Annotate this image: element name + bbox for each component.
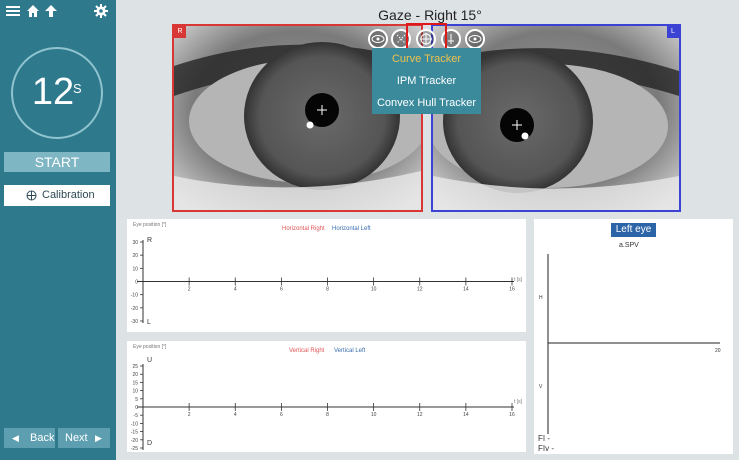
vertical-chart: 25 20 15 10 5 0 -5 -10 -15 -20 -25 2 4 6 8 10 12 14 16 <box>131 364 515 452</box>
spv-v-label: V <box>539 384 543 390</box>
next-button[interactable]: Next ▶ <box>58 428 110 448</box>
eye-icon <box>371 35 385 43</box>
triangle-right-icon: ▶ <box>95 433 102 443</box>
v-chart-y-tick-label: -15 <box>131 430 138 436</box>
back-label: Back <box>30 432 55 444</box>
home-icon[interactable] <box>26 4 42 20</box>
vertical-position-panel: Eye position [°] Vertical Right Vertical… <box>127 341 526 452</box>
v-chart-x-tick-label: 12 <box>417 412 423 418</box>
v-chart-y-tick-label: 10 <box>132 389 138 395</box>
h-chart-x-tick-label: 6 <box>280 287 283 293</box>
page-title: Gaze - Right 15° <box>378 7 482 23</box>
timer-unit: S <box>73 81 82 96</box>
crosshair-icon <box>26 190 37 201</box>
v-chart-y-tick-label: 25 <box>132 364 138 370</box>
spv-axes <box>547 254 720 434</box>
h-chart-x-tick-label: 16 <box>509 287 515 293</box>
horizontal-position-panel: Eye position [°] Horizontal Right Horizo… <box>127 219 526 332</box>
v-chart-y-tick-label: -20 <box>131 438 138 444</box>
v-chart-x-tick-label: 8 <box>326 412 329 418</box>
back-button[interactable]: ◀ Back <box>4 428 55 448</box>
h-chart-y-tick-label: -20 <box>131 306 138 312</box>
v-chart-y-tick-label: 0 <box>135 405 138 411</box>
horizontal-chart: 30 20 10 0 -10 -20 -30 2 4 6 8 10 12 14 16 <box>131 240 515 325</box>
menu-item-ipm-tracker[interactable]: IPM Tracker <box>372 75 481 87</box>
v-chart-x-tick-label: 4 <box>234 412 237 418</box>
menu-item-curve-tracker[interactable]: Curve Tracker <box>372 53 481 65</box>
v-chart-y-tick-label: 5 <box>135 397 138 403</box>
h-chart-y-tick-label: 10 <box>132 266 138 272</box>
arrow-up-icon[interactable] <box>44 4 60 20</box>
menu-icon[interactable] <box>6 4 22 20</box>
spv-h-label: H <box>539 295 543 301</box>
top-icon-bar <box>4 4 112 22</box>
h-chart-x-tick-label: 12 <box>417 287 423 293</box>
menu-item-convex-hull-tracker[interactable]: Convex Hull Tracker <box>372 97 481 109</box>
tracker-dropdown: Curve Tracker IPM Tracker Convex Hull Tr… <box>372 48 481 114</box>
h-chart-x-tick-label: 8 <box>326 287 329 293</box>
h-chart-y-tick-label: 0 <box>135 280 138 286</box>
v-chart-x-tick-label: 14 <box>463 412 469 418</box>
sidebar: 12 S START Calibration ◀ Back Next ▶ <box>0 0 116 460</box>
calibration-label: Calibration <box>42 189 95 201</box>
next-label: Next <box>65 432 88 444</box>
h-chart-y-tick-label: -30 <box>131 319 138 325</box>
v-chart-x-tick-label: 16 <box>509 412 515 418</box>
tracker-eye-button-2[interactable] <box>465 29 485 49</box>
eye-icon <box>468 35 482 43</box>
h-chart-x-tick-label: 2 <box>188 287 191 293</box>
spv-fi-label: FI - <box>538 434 550 443</box>
v-chart-y-tick-label: -25 <box>131 446 138 452</box>
left-eye-badge: L <box>667 26 679 38</box>
v-chart-x-tick-label: 2 <box>188 412 191 418</box>
v-chart-y-tick-label: -10 <box>131 421 138 427</box>
gear-icon[interactable] <box>94 4 110 20</box>
spv-fiv-label: FIv - <box>538 444 554 453</box>
right-eye-badge: R <box>174 26 186 38</box>
v-chart-x-tick-label: 10 <box>371 412 377 418</box>
timer-ring: 12 S <box>11 47 103 139</box>
v-chart-y-tick-label: 20 <box>132 372 138 378</box>
v-chart-y-tick-label: 15 <box>132 380 138 386</box>
h-chart-y-tick-label: 30 <box>132 240 138 246</box>
h-chart-y-tick-label: 20 <box>132 253 138 259</box>
v-chart-y-tick-label: -5 <box>134 413 139 419</box>
calibration-button[interactable]: Calibration <box>4 185 110 206</box>
v-chart-x-tick-label: 6 <box>280 412 283 418</box>
h-chart-x-tick-label: 10 <box>371 287 377 293</box>
spv-x-tick: 20 <box>715 348 721 354</box>
triangle-left-icon: ◀ <box>12 433 19 443</box>
spv-panel: Left eye a.SPV H V 20 FI - FIv - <box>534 219 733 454</box>
h-chart-x-tick-label: 14 <box>463 287 469 293</box>
tracker-eye-button-1[interactable] <box>368 29 388 49</box>
start-button[interactable]: START <box>4 152 110 172</box>
h-chart-y-tick-label: -10 <box>131 293 138 299</box>
h-chart-x-tick-label: 4 <box>234 287 237 293</box>
